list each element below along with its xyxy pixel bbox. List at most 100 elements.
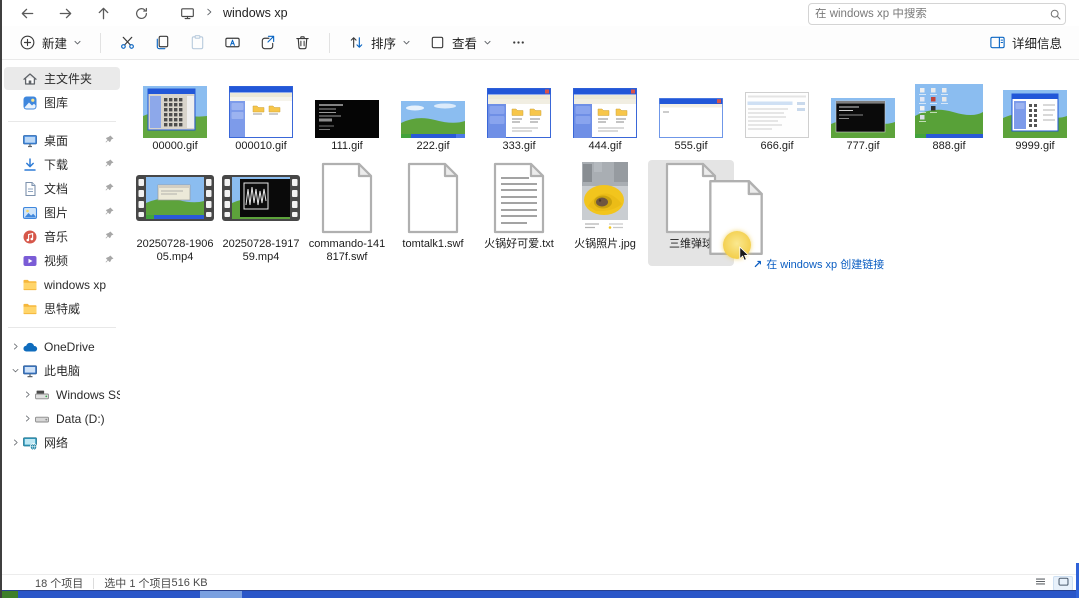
chevron-right-icon[interactable] bbox=[20, 414, 34, 423]
delete-button[interactable] bbox=[287, 30, 318, 56]
pin-icon bbox=[104, 156, 118, 174]
file-item[interactable]: 000010.gif bbox=[218, 78, 304, 156]
file-name: 20250728-191759.mp4 bbox=[220, 238, 302, 266]
sidebar: 主文件夹图库桌面下载文档图片音乐视频 windows xp 思特威 OneDrive 此… bbox=[2, 60, 122, 575]
sidebar-item-desktop[interactable]: 桌面 bbox=[4, 129, 120, 152]
sidebar-item-documents[interactable]: 文档 bbox=[4, 177, 120, 200]
home-icon bbox=[22, 71, 38, 87]
file-name: 555.gif bbox=[674, 140, 707, 156]
sidebar-item-network[interactable]: 网络 bbox=[4, 431, 120, 454]
file-grid-row-1: 00000.gif000010.gif111.gif 222.gif 333.gif… bbox=[132, 78, 1078, 156]
file-item[interactable]: 555.gif bbox=[648, 78, 734, 156]
file-item[interactable]: commando-141817f.swf bbox=[304, 160, 390, 266]
file-item[interactable]: 00000.gif bbox=[132, 78, 218, 156]
sidebar-item-videos[interactable]: 视频 bbox=[4, 249, 120, 272]
file-item[interactable]: 333.gif bbox=[476, 78, 562, 156]
view-square-icon bbox=[429, 34, 446, 51]
search-icon[interactable] bbox=[1045, 8, 1065, 21]
scissors-icon bbox=[119, 34, 136, 51]
file-item[interactable]: 火锅照片.jpg bbox=[562, 160, 648, 266]
sidebar-item-music[interactable]: 音乐 bbox=[4, 225, 120, 248]
shortcut-arrow-icon: ↗ bbox=[753, 258, 762, 271]
file-name: 火锅照片.jpg bbox=[574, 238, 636, 254]
status-bar: 18 个项目 选中 1 个项目 516 KB bbox=[2, 574, 1079, 591]
drag-tooltip: ↗ 在 windows xp 创建链接 bbox=[749, 255, 888, 273]
sidebar-item-windows-ssd[interactable]: Windows SSD (C bbox=[4, 383, 120, 406]
file-item[interactable]: 火锅好可爱.txt bbox=[476, 160, 562, 266]
sidebar-item-downloads[interactable]: 下载 bbox=[4, 153, 120, 176]
onedrive-icon bbox=[22, 339, 38, 355]
chevron-right-icon[interactable] bbox=[20, 390, 34, 399]
desktop-sliver bbox=[2, 591, 18, 598]
pin-icon bbox=[104, 204, 118, 222]
breadcrumb: windows xp bbox=[180, 4, 288, 22]
details-view-toggle[interactable] bbox=[1030, 576, 1050, 591]
sidebar-divider bbox=[8, 121, 116, 122]
new-button[interactable]: 新建 bbox=[12, 30, 89, 56]
file-name: 666.gif bbox=[760, 140, 793, 156]
status-divider bbox=[93, 578, 94, 589]
file-item[interactable]: 444.gif bbox=[562, 78, 648, 156]
file-name: 222.gif bbox=[416, 140, 449, 156]
boot-black-thumbnail bbox=[315, 78, 379, 138]
file-item[interactable]: 888.gif bbox=[906, 78, 992, 156]
file-item[interactable]: 9999.gif bbox=[992, 78, 1078, 156]
file-item[interactable]: 20250728-191759.mp4 bbox=[218, 160, 304, 266]
sidebar-item-pictures[interactable]: 图片 bbox=[4, 201, 120, 224]
photo-cat-thumbnail bbox=[582, 160, 628, 236]
file-item[interactable]: 20250728-190605.mp4 bbox=[132, 160, 218, 266]
sidebar-item-label: 思特威 bbox=[44, 300, 120, 317]
taskbar-button-sliver bbox=[200, 591, 242, 598]
sidebar-item-label: 图库 bbox=[44, 94, 120, 111]
chevron-down-icon[interactable] bbox=[8, 366, 22, 375]
xp-control-thumbnail bbox=[487, 78, 551, 138]
more-options-button[interactable] bbox=[503, 30, 534, 56]
file-item[interactable]: 222.gif bbox=[390, 78, 476, 156]
sidebar-item-sitewei[interactable]: 思特威 bbox=[4, 297, 120, 320]
sidebar-item-gallery[interactable]: 图库 bbox=[4, 91, 120, 114]
light-explorer-thumbnail bbox=[745, 78, 809, 138]
sidebar-item-this-pc[interactable]: 此电脑 bbox=[4, 359, 120, 382]
toolbar-divider bbox=[329, 33, 330, 53]
sidebar-divider bbox=[8, 327, 116, 328]
file-item[interactable]: tomtalk1.swf bbox=[390, 160, 476, 266]
file-item[interactable]: 111.gif bbox=[304, 78, 390, 156]
chevron-right-icon[interactable] bbox=[8, 342, 22, 351]
file-item[interactable]: 777.gif bbox=[820, 78, 906, 156]
rename-button[interactable] bbox=[217, 30, 248, 56]
toolbar-divider bbox=[100, 33, 101, 53]
back-icon bbox=[20, 6, 35, 21]
thumbnail-view-toggle[interactable] bbox=[1053, 576, 1073, 591]
sidebar-item-label: OneDrive bbox=[44, 340, 120, 354]
sidebar-item-label: 文档 bbox=[44, 180, 104, 197]
search-input[interactable] bbox=[809, 8, 1045, 20]
paste-icon bbox=[189, 34, 206, 51]
sidebar-item-home[interactable]: 主文件夹 bbox=[4, 67, 120, 90]
doc-text-thumbnail bbox=[491, 160, 547, 236]
sort-button[interactable]: 排序 bbox=[341, 30, 418, 56]
chevron-right-icon[interactable] bbox=[8, 438, 22, 447]
navigation-bar: windows xp bbox=[2, 0, 1079, 27]
up-button[interactable] bbox=[90, 2, 116, 24]
sidebar-item-onedrive[interactable]: OneDrive bbox=[4, 335, 120, 358]
details-pane-button[interactable]: 详细信息 bbox=[982, 30, 1069, 56]
forward-button[interactable] bbox=[52, 2, 78, 24]
back-button[interactable] bbox=[14, 2, 40, 24]
sidebar-item-label: 视频 bbox=[44, 252, 104, 269]
refresh-button[interactable] bbox=[128, 2, 154, 24]
copy-button[interactable] bbox=[147, 30, 178, 56]
sidebar-item-data-d[interactable]: Data (D:) bbox=[4, 407, 120, 430]
share-icon bbox=[259, 34, 276, 51]
forward-icon bbox=[58, 6, 73, 21]
paste-button[interactable] bbox=[182, 30, 213, 56]
cut-button[interactable] bbox=[112, 30, 143, 56]
folder-icon bbox=[22, 277, 38, 293]
this-pc-icon[interactable] bbox=[180, 6, 195, 21]
file-name: 333.gif bbox=[502, 140, 535, 156]
view-button[interactable]: 查看 bbox=[422, 30, 499, 56]
share-button[interactable] bbox=[252, 30, 283, 56]
film-plot-thumbnail bbox=[222, 160, 300, 236]
sidebar-item-windows-xp[interactable]: windows xp bbox=[4, 273, 120, 296]
breadcrumb-location[interactable]: windows xp bbox=[223, 6, 288, 20]
file-item[interactable]: 666.gif bbox=[734, 78, 820, 156]
